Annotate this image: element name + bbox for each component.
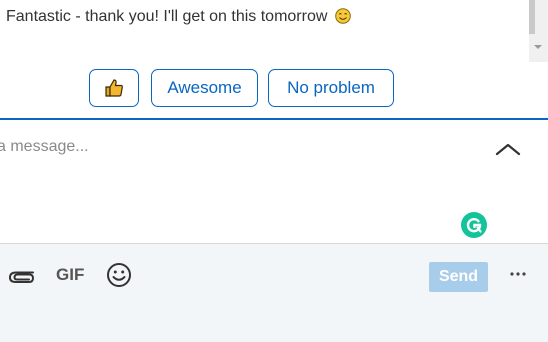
last-message: Fantastic - thank you! I'll get on this …	[6, 8, 351, 26]
paperclip-icon[interactable]	[6, 266, 36, 284]
compose-toolbar	[0, 244, 548, 342]
chevron-up-icon[interactable]	[495, 142, 521, 156]
smiling-face-emoji-icon	[335, 8, 351, 24]
scroll-down-arrow-icon[interactable]	[532, 42, 544, 52]
reply-thumbs-up-button[interactable]	[89, 69, 139, 107]
emoji-picker-icon[interactable]	[106, 262, 132, 288]
grammarly-icon[interactable]	[461, 212, 487, 238]
send-button[interactable]: Send	[429, 262, 488, 292]
scrollbar-thumb[interactable]	[529, 0, 535, 34]
message-input-placeholder[interactable]: a message...	[0, 138, 89, 156]
more-options-icon[interactable]	[508, 268, 528, 280]
thumbs-up-icon	[105, 79, 123, 97]
reply-awesome-button[interactable]: Awesome	[151, 69, 258, 107]
message-text: Fantastic - thank you! I'll get on this …	[6, 8, 328, 25]
gif-button[interactable]: GIF	[56, 265, 84, 285]
reply-no-problem-button[interactable]: No problem	[268, 69, 394, 107]
